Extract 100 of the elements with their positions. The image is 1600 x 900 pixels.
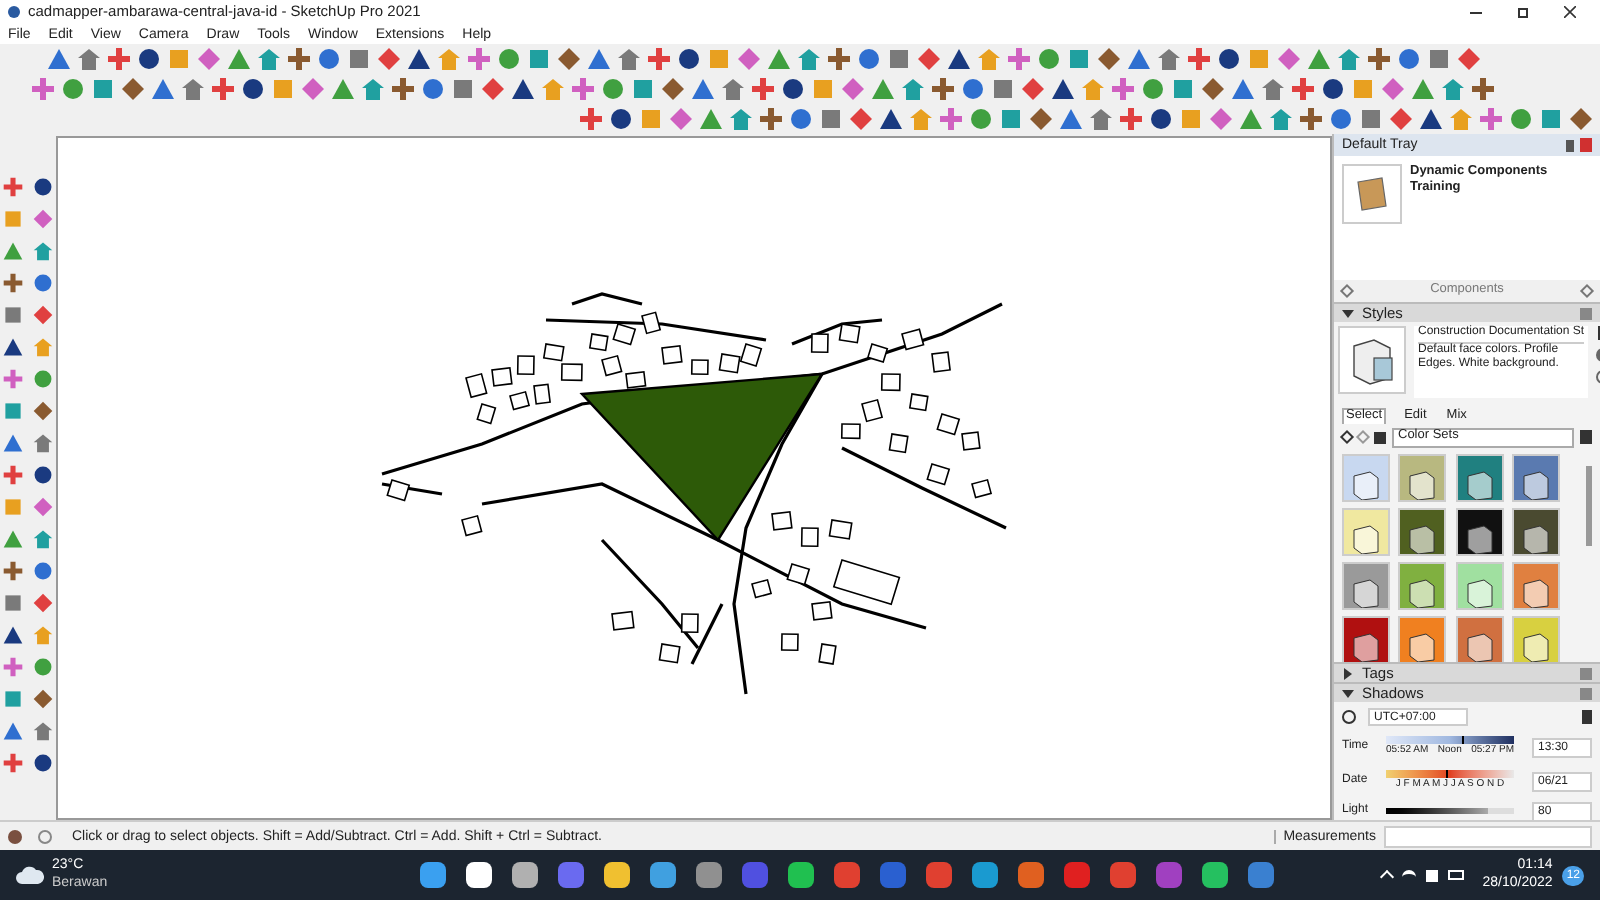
house-tool-icon[interactable]: [1260, 76, 1286, 102]
plus-shape-tool-icon[interactable]: [2, 272, 24, 294]
circle-tool-icon[interactable]: [136, 46, 162, 72]
home-icon[interactable]: [1374, 431, 1386, 443]
pin-icon[interactable]: [1566, 139, 1574, 151]
expanded-triangle-icon[interactable]: [1342, 687, 1354, 699]
triangle-tool-icon[interactable]: [406, 46, 432, 72]
plus-shape-tool-icon[interactable]: [1298, 106, 1324, 132]
minimize-icon[interactable]: [1470, 11, 1482, 13]
style-swatch[interactable]: [1455, 562, 1503, 610]
house-tool-icon[interactable]: [32, 336, 54, 358]
circle-tool-icon[interactable]: [32, 752, 54, 774]
plus-shape-tool-icon[interactable]: [2, 176, 24, 198]
circle-tool-icon[interactable]: [608, 106, 634, 132]
plus-shape-tool-icon[interactable]: [106, 46, 132, 72]
house-tool-icon[interactable]: [1088, 106, 1114, 132]
plus-shape-tool-icon[interactable]: [750, 76, 776, 102]
taskbar-app-icon[interactable]: [788, 862, 814, 888]
triangle-tool-icon[interactable]: [2, 336, 24, 358]
plus-shape-tool-icon[interactable]: [1186, 46, 1212, 72]
light-slider-fill[interactable]: [1386, 808, 1489, 814]
house-tool-icon[interactable]: [180, 76, 206, 102]
triangle-tool-icon[interactable]: [1230, 76, 1256, 102]
diamond-tool-icon[interactable]: [660, 76, 686, 102]
square-tool-icon[interactable]: [2, 208, 24, 230]
diamond-tool-icon[interactable]: [1380, 76, 1406, 102]
diamond-tool-icon[interactable]: [1208, 106, 1234, 132]
plus-shape-tool-icon[interactable]: [578, 106, 604, 132]
house-tool-icon[interactable]: [360, 76, 386, 102]
diamond-tool-icon[interactable]: [32, 400, 54, 422]
wifi-icon[interactable]: [1402, 870, 1417, 880]
scrollbar[interactable]: [1586, 466, 1592, 546]
triangle-tool-icon[interactable]: [46, 46, 72, 72]
plus-shape-tool-icon[interactable]: [1118, 106, 1144, 132]
diamond-tool-icon[interactable]: [32, 304, 54, 326]
circle-tool-icon[interactable]: [32, 560, 54, 582]
house-tool-icon[interactable]: [720, 76, 746, 102]
circle-tool-icon[interactable]: [780, 76, 806, 102]
square-tool-icon[interactable]: [1538, 106, 1564, 132]
circle-tool-icon[interactable]: [240, 76, 266, 102]
circle-tool-icon[interactable]: [1320, 76, 1346, 102]
speaker-icon[interactable]: [1426, 869, 1439, 881]
circle-tool-icon[interactable]: [788, 106, 814, 132]
diamond-tool-icon[interactable]: [32, 208, 54, 230]
circle-tool-icon[interactable]: [856, 46, 882, 72]
circle-tool-icon[interactable]: [32, 272, 54, 294]
circle-tool-icon[interactable]: [1328, 106, 1354, 132]
house-tool-icon[interactable]: [32, 528, 54, 550]
circle-tool-icon[interactable]: [1396, 46, 1422, 72]
circle-tool-icon[interactable]: [420, 76, 446, 102]
close-icon[interactable]: [1564, 6, 1576, 18]
square-tool-icon[interactable]: [998, 106, 1024, 132]
style-swatch[interactable]: [1398, 508, 1447, 556]
triangle-tool-icon[interactable]: [2, 720, 24, 742]
plus-shape-tool-icon[interactable]: [30, 76, 56, 102]
diamond-tool-icon[interactable]: [480, 76, 506, 102]
diamond-tool-icon[interactable]: [120, 76, 146, 102]
diamond-tool-icon[interactable]: [840, 76, 866, 102]
plus-shape-tool-icon[interactable]: [758, 106, 784, 132]
collapsed-triangle-icon[interactable]: [1342, 667, 1354, 679]
style-swatch[interactable]: [1511, 508, 1560, 556]
style-swatch[interactable]: [1398, 454, 1447, 502]
circle-tool-icon[interactable]: [960, 76, 986, 102]
shadow-icon[interactable]: [1342, 710, 1356, 724]
square-tool-icon[interactable]: [90, 76, 116, 102]
triangle-tool-icon[interactable]: [586, 46, 612, 72]
diamond-tool-icon[interactable]: [32, 688, 54, 710]
plus-shape-tool-icon[interactable]: [210, 76, 236, 102]
maximize-icon[interactable]: [1518, 7, 1528, 17]
plus-shape-tool-icon[interactable]: [1470, 76, 1496, 102]
triangle-tool-icon[interactable]: [1126, 46, 1152, 72]
plus-shape-tool-icon[interactable]: [2, 368, 24, 390]
triangle-tool-icon[interactable]: [150, 76, 176, 102]
style-swatch[interactable]: [1455, 616, 1503, 664]
house-tool-icon[interactable]: [76, 46, 102, 72]
square-tool-icon[interactable]: [818, 106, 844, 132]
square-tool-icon[interactable]: [346, 46, 372, 72]
circle-tool-icon[interactable]: [316, 46, 342, 72]
square-tool-icon[interactable]: [886, 46, 912, 72]
square-tool-icon[interactable]: [2, 496, 24, 518]
square-tool-icon[interactable]: [2, 304, 24, 326]
diamond-tool-icon[interactable]: [1200, 76, 1226, 102]
house-tool-icon[interactable]: [32, 432, 54, 454]
plus-shape-tool-icon[interactable]: [646, 46, 672, 72]
plus-shape-tool-icon[interactable]: [2, 464, 24, 486]
square-tool-icon[interactable]: [1358, 106, 1384, 132]
triangle-tool-icon[interactable]: [510, 76, 536, 102]
square-tool-icon[interactable]: [990, 76, 1016, 102]
square-tool-icon[interactable]: [2, 400, 24, 422]
cloud-icon[interactable]: [16, 866, 44, 884]
drawing-canvas[interactable]: [56, 136, 1332, 820]
square-tool-icon[interactable]: [1426, 46, 1452, 72]
style-swatch[interactable]: [1398, 616, 1447, 664]
diamond-tool-icon[interactable]: [668, 106, 694, 132]
style-swatch[interactable]: [1511, 616, 1560, 664]
triangle-tool-icon[interactable]: [2, 624, 24, 646]
plus-shape-tool-icon[interactable]: [2, 560, 24, 582]
triangle-tool-icon[interactable]: [1418, 106, 1444, 132]
square-tool-icon[interactable]: [2, 592, 24, 614]
diamond-tool-icon[interactable]: [32, 496, 54, 518]
